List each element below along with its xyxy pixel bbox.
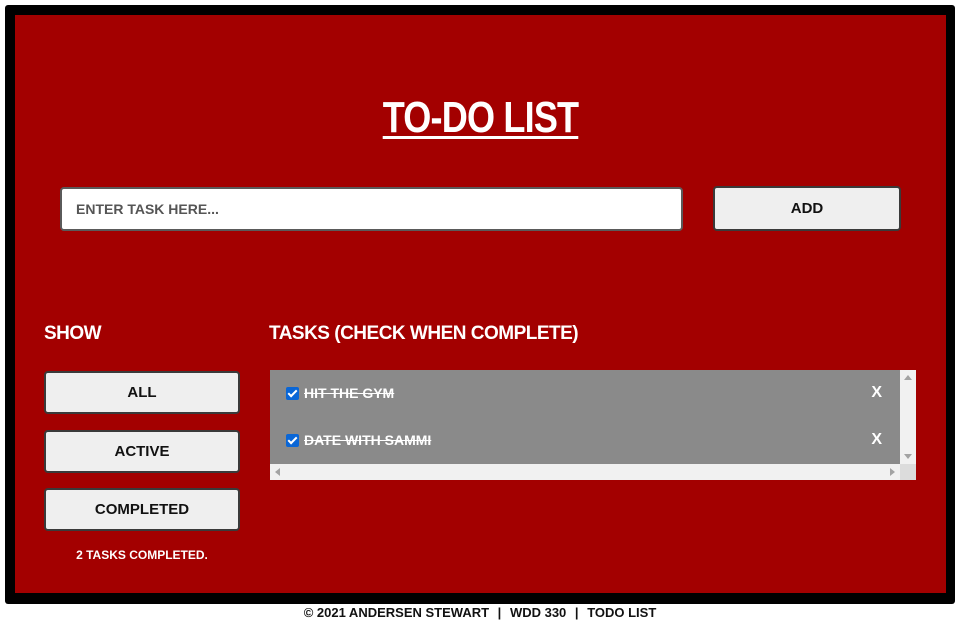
horizontal-scrollbar[interactable] (270, 464, 900, 480)
footer-copyright: © 2021 ANDERSEN STEWART (303, 605, 490, 620)
footer: © 2021 ANDERSEN STEWART | WDD 330 | TODO… (0, 605, 960, 620)
scroll-up-icon[interactable] (904, 375, 912, 380)
task-checkbox[interactable] (286, 433, 299, 447)
filter-active-button[interactable]: ACTIVE (44, 430, 240, 473)
completed-count: 2 TASKS COMPLETED. (76, 548, 208, 562)
filters-heading: SHOW (44, 323, 102, 344)
filter-completed-button[interactable]: COMPLETED (44, 488, 240, 531)
footer-project: TODO LIST (587, 605, 657, 620)
vertical-scrollbar[interactable] (900, 370, 916, 464)
task-text: HIT THE GYM (304, 385, 395, 401)
scroll-left-icon[interactable] (275, 468, 280, 476)
delete-task-button[interactable]: X (871, 431, 882, 449)
delete-task-button[interactable]: X (871, 384, 882, 402)
task-item: HIT THE GYM X (270, 373, 900, 413)
filter-all-button[interactable]: ALL (44, 371, 240, 414)
footer-separator: | (497, 605, 502, 620)
task-checkbox[interactable] (286, 386, 299, 400)
footer-separator: | (574, 605, 579, 620)
scroll-right-icon[interactable] (890, 468, 895, 476)
page-title: TO-DO LIST (382, 93, 579, 142)
app-panel: TO-DO LIST ADD SHOW ALL ACTIVE COMPLETED… (15, 15, 946, 593)
add-button[interactable]: ADD (713, 186, 901, 231)
task-text: DATE WITH SAMMI (304, 432, 432, 448)
scrollbar-corner (900, 464, 916, 480)
tasks-heading: TASKS (CHECK WHEN COMPLETE) (269, 323, 579, 344)
task-item: DATE WITH SAMMI X (270, 420, 900, 460)
scroll-down-icon[interactable] (904, 454, 912, 459)
footer-course: WDD 330 (509, 605, 567, 620)
task-input[interactable] (60, 187, 683, 231)
